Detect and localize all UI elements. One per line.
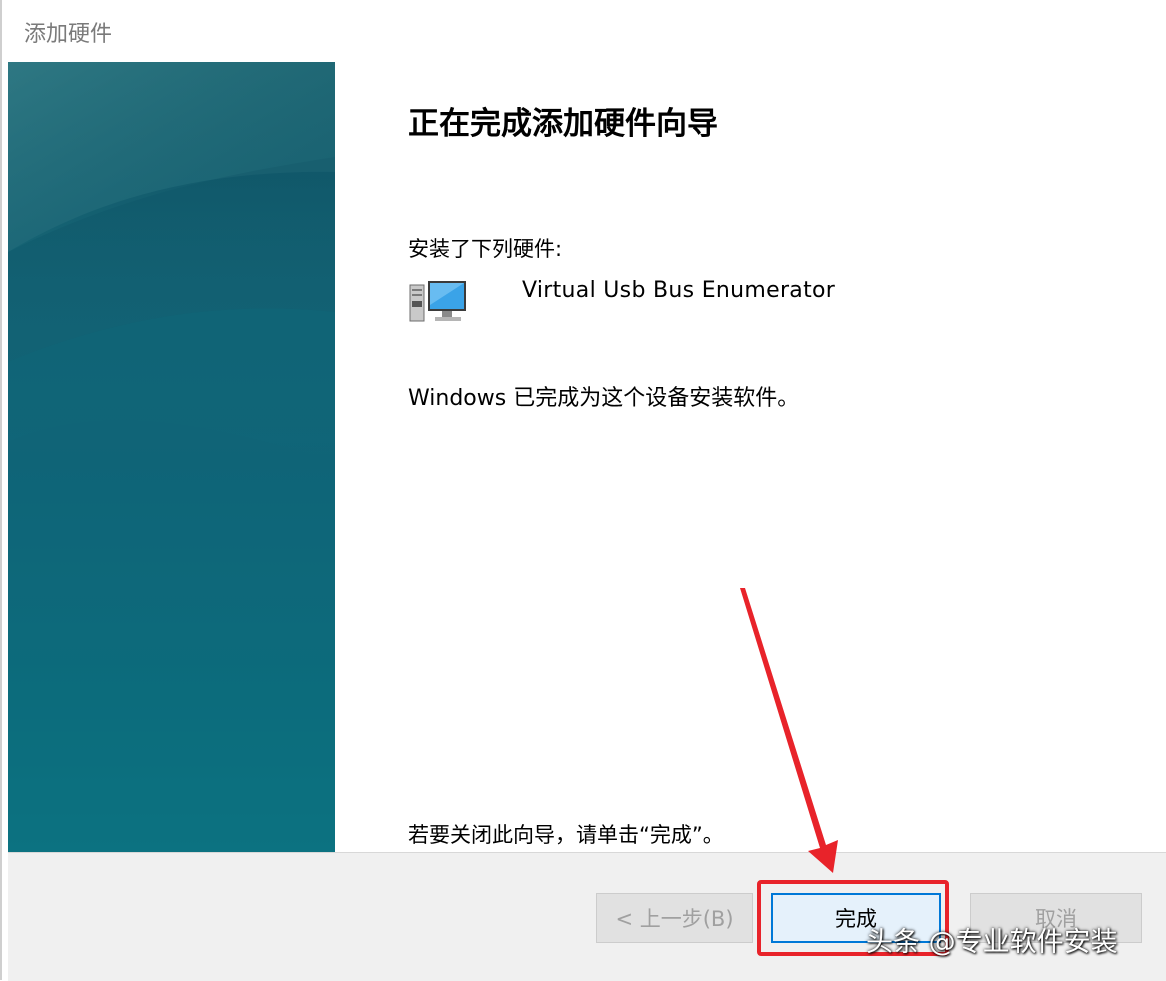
annotation-arrow: [740, 588, 838, 873]
watermark-text: 头条 @专业软件安装: [866, 927, 1118, 958]
